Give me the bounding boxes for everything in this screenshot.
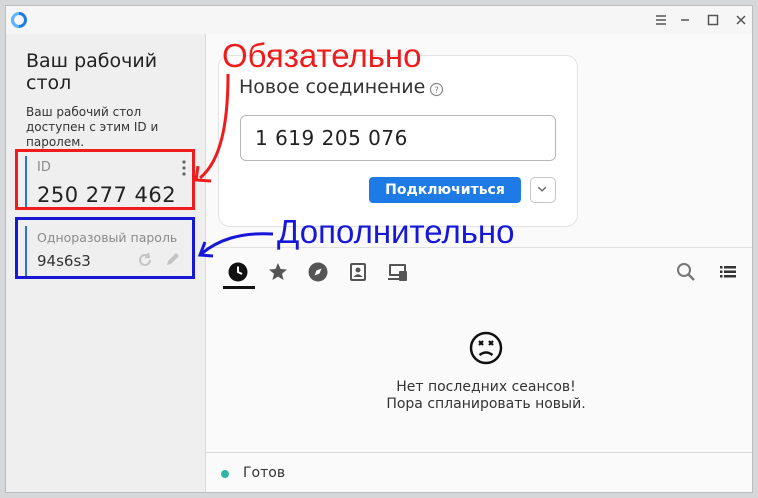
optional-annotation: Дополнительно xyxy=(277,213,515,250)
required-highlight-box xyxy=(15,149,195,210)
your-desktop-title: Ваш рабочий стол xyxy=(26,50,158,94)
list-view-icon xyxy=(720,266,736,278)
optional-highlight-box xyxy=(15,217,195,279)
devices-icon xyxy=(388,264,407,281)
sad-face-icon xyxy=(469,331,503,365)
chevron-down-icon xyxy=(537,186,547,192)
tab-favorites[interactable] xyxy=(266,260,290,284)
remote-id-input[interactable]: 1 619 205 076 xyxy=(240,115,556,161)
help-icon[interactable]: ? xyxy=(429,80,444,97)
search-button[interactable] xyxy=(674,260,698,284)
your-desktop-description: Ваш рабочий стол доступен с этим ID и па… xyxy=(26,105,159,149)
tab-address-book[interactable] xyxy=(346,260,370,284)
view-toggle-button[interactable] xyxy=(716,260,740,284)
title-bar xyxy=(6,6,752,34)
new-connection-title-text: Новое соединение xyxy=(239,76,426,98)
required-annotation: Обязательно xyxy=(222,37,422,74)
minimize-icon[interactable] xyxy=(675,10,695,30)
star-icon xyxy=(269,263,287,280)
close-icon[interactable] xyxy=(731,10,751,30)
tab-discovered[interactable] xyxy=(306,260,330,284)
status-bar: Готов xyxy=(206,452,752,492)
svg-text:?: ? xyxy=(434,86,439,96)
connect-options-button[interactable] xyxy=(530,177,556,203)
clock-icon xyxy=(228,262,248,282)
maximize-icon[interactable] xyxy=(703,10,723,30)
address-book-icon xyxy=(350,263,366,281)
status-text: Готов xyxy=(243,465,286,481)
new-connection-card: Новое соединение? 1 619 205 076 Подключи… xyxy=(218,55,578,227)
connect-button[interactable]: Подключиться xyxy=(369,177,521,203)
search-icon xyxy=(677,263,695,281)
new-connection-title: Новое соединение? xyxy=(239,76,444,98)
hamburger-menu-icon[interactable] xyxy=(651,10,671,30)
app-logo-icon xyxy=(10,11,28,29)
active-tab-indicator xyxy=(223,286,255,289)
status-indicator xyxy=(221,470,229,478)
tab-devices[interactable] xyxy=(386,260,410,284)
compass-icon xyxy=(308,262,328,282)
empty-state-line1: Нет последних сеансов! xyxy=(396,379,576,395)
empty-state-message: Нет последних сеансов! Пора спланировать… xyxy=(286,379,686,413)
tab-recent-sessions[interactable] xyxy=(226,260,250,284)
empty-state-line2: Пора спланировать новый. xyxy=(386,396,586,412)
